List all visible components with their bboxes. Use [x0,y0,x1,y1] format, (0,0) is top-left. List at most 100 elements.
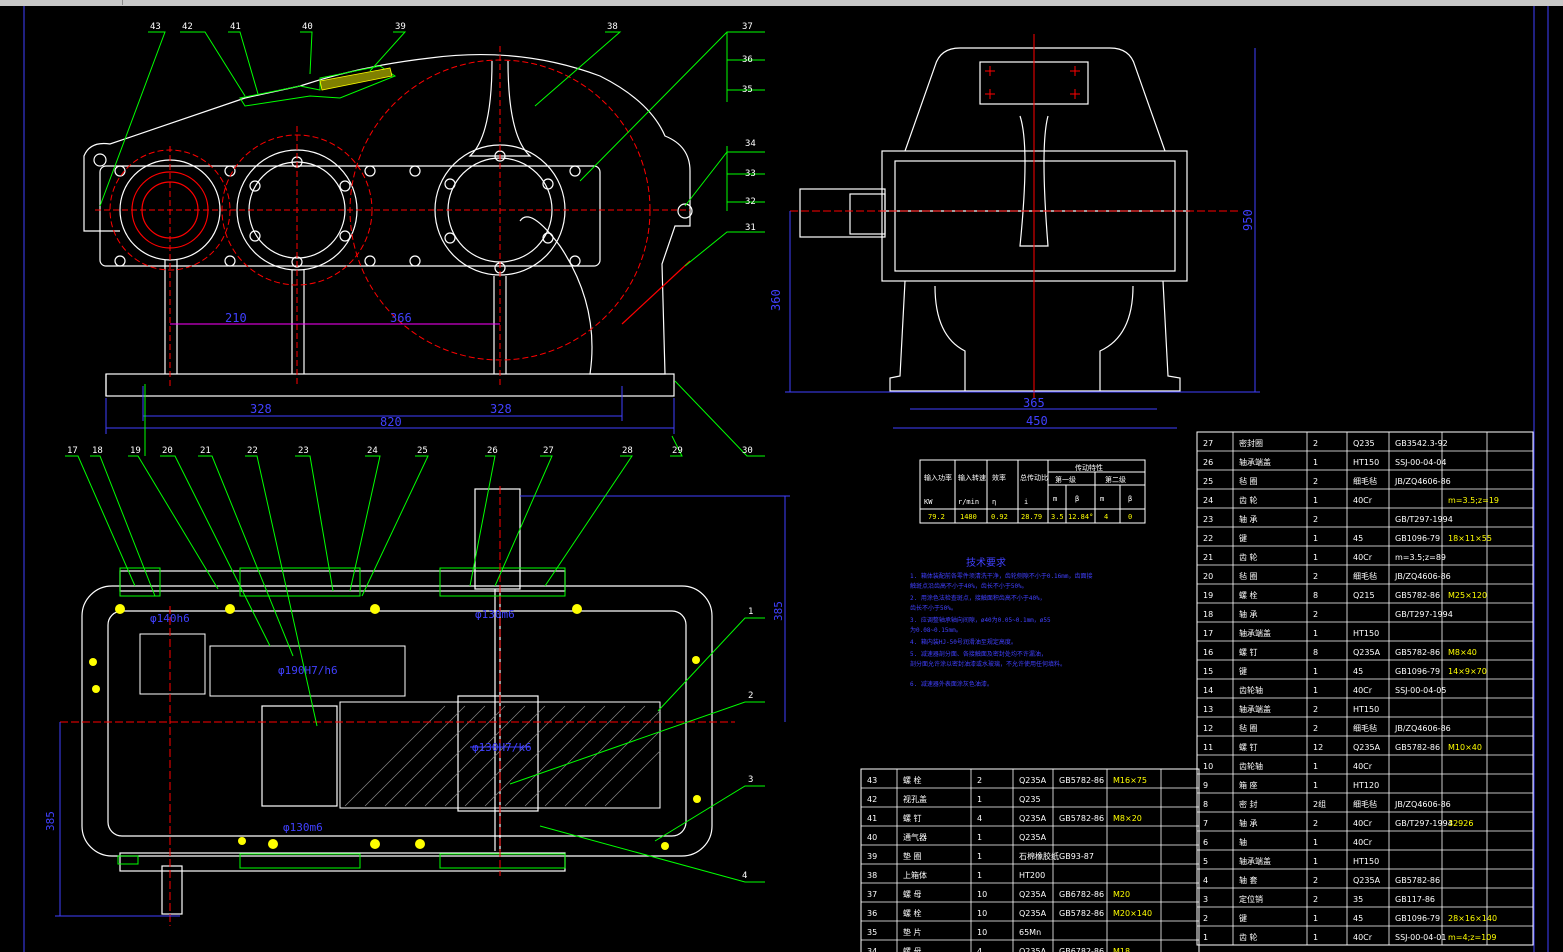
bom-cell: 18×11×55 [1448,534,1492,543]
bom-cell: 24 [1203,496,1213,505]
bom-cell: 密封圈 [1239,438,1263,448]
bom-cell: 2 [1313,895,1318,904]
balloon-38: 38 [607,22,618,32]
bom-cell: HT150 [1353,857,1379,866]
param-header-power: 输入功率 [924,473,952,482]
bom-cell: 8 [1313,648,1318,657]
pitch-circles [95,46,690,386]
bom-cell: HT200 [1019,871,1045,880]
bom-cell: JB/ZQ4606-86 [1394,477,1451,486]
param-value-b1: 12.84° [1068,513,1093,521]
toolbar-tab[interactable] [100,0,123,5]
bom-cell: 1 [1313,781,1318,790]
balloon-27: 27 [543,446,554,456]
inspection-cover [239,65,397,107]
bom-cell: GB/T297-1994 [1395,819,1453,828]
bom-cell: 螺 钉 [903,813,922,823]
bom-cell: 12 [1203,724,1213,733]
bom-cell: 毡 圈 [1239,476,1258,486]
balloon-21: 21 [200,446,211,456]
balloon-43: 43 [150,22,161,32]
balloon-35: 35 [742,85,753,95]
param-value-b2: 0 [1128,513,1132,521]
balloon-17: 17 [67,446,78,456]
bom-cell: 8 [1203,800,1208,809]
bom-cell: HT150 [1353,458,1379,467]
side-view [799,47,1190,392]
bom-cell: GB6782-86 [1059,890,1104,899]
dim-210: 210 [225,311,247,325]
bom-cell: 2 [1313,572,1318,581]
balloon-30: 30 [742,446,753,456]
plan-gear-hatching [139,633,661,809]
bom-cell: 密 封 [1239,799,1258,809]
bom-cell: 齿 轮 [1239,495,1258,505]
side-dimensions [785,48,1260,429]
bom-cell: 细毛毡 [1353,476,1377,486]
param-unit-i: i [1024,498,1028,506]
dim-360: 360 [769,289,783,311]
bom-cell: 轴承端盖 [1239,457,1271,467]
bom-cell: 1 [1313,933,1318,942]
bom-cell: 键 [1239,666,1247,676]
balloon-42: 42 [182,22,193,32]
bom-cell: 1 [1313,496,1318,505]
param-header-efficiency: 效率 [992,473,1006,482]
bom-cell: 23 [1203,515,1213,524]
bom-cell: Q215 [1353,591,1375,600]
bom-cell: 40Cr [1353,762,1373,771]
bom-cell: 轴 承 [1239,818,1258,828]
bom-cell: 螺 钉 [1239,742,1258,752]
bom-cell: 65Mn [1019,928,1041,937]
bom-cell: 22 [1203,534,1213,543]
bom-cell: 2 [977,776,982,785]
bom-cell: 轴承端盖 [1239,628,1271,638]
balloon-1: 1 [748,607,753,617]
tech-req-line: 触斑点沿齿高不小于40%，齿长不小于50%。 [910,582,1028,590]
bom-cell: 轴 套 [1239,875,1258,885]
balloon-25: 25 [417,446,428,456]
bom-cell: GB3542.3-92 [1395,439,1448,448]
bom-cell: 1 [1313,629,1318,638]
bom-cell: 石棉橡胶纸 [1019,851,1059,861]
balloon-2: 2 [748,691,753,701]
cad-drawing-canvas[interactable]: 210 366 328 328 820 43 42 41 40 39 38 37… [0,6,1563,952]
param-value-speed: 1480 [960,513,977,521]
dim-phi190: φ190H7/h6 [278,664,338,677]
bom-cell: 40Cr [1353,496,1373,505]
bom-cell: 6 [1203,838,1208,847]
tech-req-line: 齿长不小于50%。 [910,604,957,612]
bom-cell: 42 [867,795,877,804]
dim-phi130m6-top: φ130m6 [475,608,515,621]
side-dimension-text: 360 950 365 450 [769,209,1255,428]
param-col-b1: β [1075,495,1079,503]
bom-cell: GB5782-86 [1395,648,1440,657]
bom-cell: m=3.5;z=89 [1395,553,1446,562]
bom-cell: Q235A [1019,909,1047,918]
bom-cell: 40Cr [1353,553,1373,562]
drawing-frame [23,6,1535,952]
bom-cell: 17 [1203,629,1213,638]
bom-cell: 上箱体 [903,870,927,880]
dim-328-left: 328 [250,402,272,416]
bom-cell: 螺 母 [903,889,922,899]
bom-cell: M20 [1113,890,1130,899]
bom-cell: 41 [867,814,877,823]
bom-cell: M18 [1113,947,1130,952]
bom-cell: 27 [1203,439,1213,448]
tech-req-line: 3. 应调整轴承轴向间隙，ø40为0.05~0.1mm，ø55 [910,616,1051,624]
side-centerlines [790,34,1240,398]
param-stage-1: 第一级 [1055,475,1076,484]
bom-cell: 螺 钉 [1239,647,1258,657]
dim-450: 450 [1026,414,1048,428]
bom-cell: 轴承端盖 [1239,856,1271,866]
param-value-power: 79.2 [928,513,945,521]
leader-lines-top [99,31,765,457]
bom-cell: 21 [1203,553,1213,562]
param-value-efficiency: 0.92 [991,513,1008,521]
dim-385-right: 385 [772,601,785,621]
bom-cell: 45 [1353,667,1363,676]
bom-cell: Q235 [1353,439,1375,448]
bom-cell: 11 [1203,743,1213,752]
plan-bolt-heads [89,604,701,850]
